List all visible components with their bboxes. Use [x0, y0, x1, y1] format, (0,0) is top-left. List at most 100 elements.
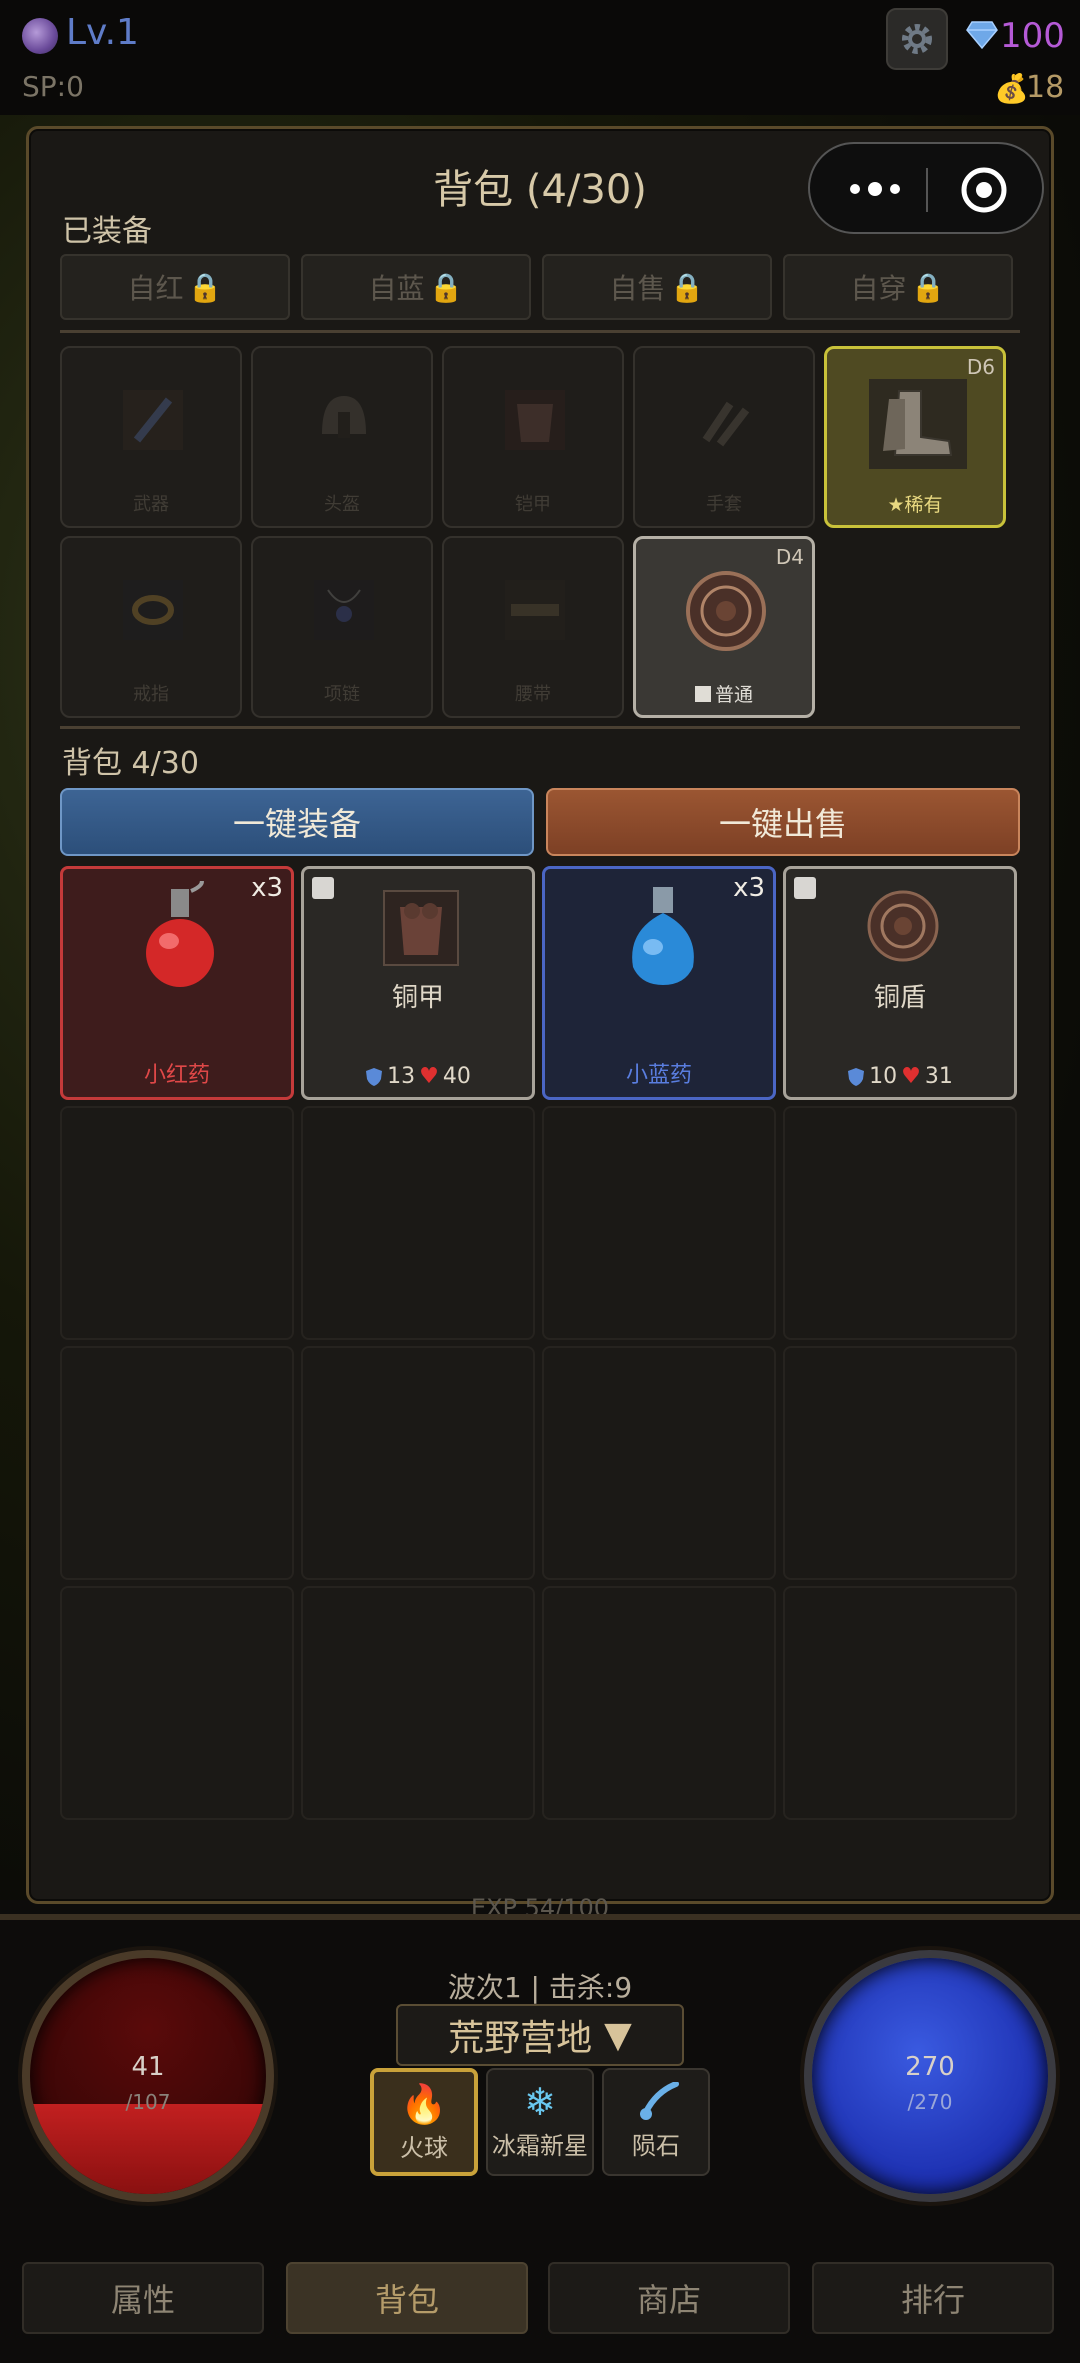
tab-bag[interactable]: 背包 — [286, 2262, 528, 2334]
slot-label: 腰带 — [515, 684, 551, 705]
hp-value: 31 — [924, 1064, 953, 1089]
auto-sell-button[interactable]: 自售 🔒 — [542, 254, 772, 320]
more-options-icon[interactable] — [840, 174, 910, 204]
shield-icon — [867, 890, 939, 962]
heart-icon: ♥ — [901, 1064, 921, 1089]
bag-item-copper-shield[interactable]: 铜盾 10 ♥ 31 — [783, 866, 1017, 1100]
quality-label: 普通 — [636, 680, 812, 707]
slot-ring[interactable]: 戒指 — [60, 536, 242, 718]
settings-button[interactable] — [886, 8, 948, 70]
bag-empty-cell[interactable] — [60, 1346, 294, 1580]
slot-necklace[interactable]: 项链 — [251, 536, 433, 718]
level-orb-icon — [22, 18, 58, 54]
money-count: 18 — [1026, 70, 1065, 105]
miniprogram-capsule — [808, 142, 1044, 234]
item-name: 小红药 — [143, 1063, 210, 1088]
quality-text: 普通 — [714, 684, 753, 706]
slot-label: 武器 — [133, 494, 169, 515]
player-level: Lv.1 — [66, 12, 139, 53]
lock-icon: 🔒 — [428, 270, 464, 304]
auto-red-label: 自红 — [127, 272, 184, 305]
bag-item-copper-armor[interactable]: 铜甲 13 ♥ 40 — [301, 866, 535, 1100]
tab-attributes[interactable]: 属性 — [22, 2262, 264, 2334]
blue-potion-icon — [632, 887, 694, 985]
bag-empty-cell[interactable] — [301, 1346, 535, 1580]
gloves-icon — [702, 401, 750, 447]
slot-armor[interactable]: 铠甲 — [442, 346, 624, 528]
skill-fireball[interactable]: 🔥 火球 — [370, 2068, 478, 2176]
bag-empty-cell[interactable] — [60, 1586, 294, 1820]
bag-empty-cell[interactable] — [783, 1586, 1017, 1820]
skill-label: 陨石 — [632, 2132, 680, 2160]
tab-ranking[interactable]: 排行 — [812, 2262, 1054, 2334]
hp-fill — [30, 2104, 266, 2194]
divider — [60, 330, 1020, 333]
defense-value: 10 — [869, 1064, 898, 1089]
bag-item-blue-potion[interactable]: x3 小蓝药 — [542, 866, 776, 1100]
skill-label: 冰霜新星 — [492, 2132, 588, 2160]
diamond-icon — [966, 21, 998, 50]
mp-orb: 270 /270 — [804, 1950, 1056, 2202]
item-count: x3 — [251, 873, 283, 903]
auto-blue-label: 自蓝 — [368, 272, 425, 305]
armor-icon — [383, 890, 459, 966]
defense-shield-icon — [366, 1067, 383, 1086]
select-checkbox[interactable] — [794, 877, 816, 899]
slot-label: 手套 — [706, 494, 742, 515]
auto-red-button[interactable]: 自红 🔒 — [60, 254, 290, 320]
bag-item-red-potion[interactable]: x3 小红药 — [60, 866, 294, 1100]
bag-label: 背包 4/30 — [62, 746, 199, 781]
fire-icon: 🔥 — [400, 2082, 448, 2126]
slot-gloves[interactable]: 手套 — [633, 346, 815, 528]
bag-empty-cell[interactable] — [301, 1586, 535, 1820]
close-miniprogram-icon[interactable] — [960, 166, 1008, 214]
bag-empty-cell[interactable] — [542, 1586, 776, 1820]
lock-icon: 🔒 — [669, 270, 705, 304]
boots-icon — [869, 379, 967, 469]
tab-shop[interactable]: 商店 — [548, 2262, 790, 2334]
bag-empty-cell[interactable] — [783, 1346, 1017, 1580]
slot-label: 头盔 — [324, 494, 360, 515]
bag-empty-cell[interactable] — [783, 1106, 1017, 1340]
sell-all-button[interactable]: 一键出售 — [546, 788, 1020, 856]
feather-icon — [123, 390, 183, 450]
skill-meteor[interactable]: 陨石 — [602, 2068, 710, 2176]
necklace-icon — [314, 580, 374, 640]
map-name: 荒野营地 — [448, 2018, 593, 2059]
snowflake-icon: ❄ — [524, 2080, 556, 2124]
slot-label: 戒指 — [133, 684, 169, 705]
map-select-dropdown[interactable]: 荒野营地 ▼ — [396, 2004, 684, 2066]
bag-empty-cell[interactable] — [542, 1106, 776, 1340]
quality-label: ★稀有 — [887, 494, 943, 516]
meteor-icon — [640, 2082, 679, 2120]
auto-wear-button[interactable]: 自穿 🔒 — [783, 254, 1013, 320]
bag-empty-cell[interactable] — [542, 1346, 776, 1580]
helmet-icon — [322, 396, 366, 438]
equip-all-button[interactable]: 一键装备 — [60, 788, 534, 856]
item-stats: 13 ♥ 40 — [304, 1064, 532, 1089]
slot-weapon[interactable]: 武器 — [60, 346, 242, 528]
item-tier-tag: D4 — [775, 545, 804, 569]
bag-empty-cell[interactable] — [60, 1106, 294, 1340]
hp-value: 40 — [442, 1064, 471, 1089]
lock-icon: 🔒 — [910, 270, 946, 304]
lock-icon: 🔒 — [187, 270, 223, 304]
money-bag-icon: 💰 — [994, 72, 1029, 105]
auto-sell-label: 自售 — [609, 272, 666, 305]
bag-empty-cell[interactable] — [301, 1106, 535, 1340]
slot-label: 项链 — [324, 684, 360, 705]
skill-label: 火球 — [400, 2134, 448, 2162]
slot-boots[interactable]: D6 ★稀有 — [824, 346, 1006, 528]
slot-belt[interactable]: 腰带 — [442, 536, 624, 718]
gear-icon — [902, 24, 932, 54]
belt-icon — [505, 580, 565, 640]
slot-helmet[interactable]: 头盔 — [251, 346, 433, 528]
armor-icon — [505, 390, 565, 450]
hp-current: 41 — [131, 2052, 165, 2082]
skill-frost-nova[interactable]: ❄ 冰霜新星 — [486, 2068, 594, 2176]
hud-divider — [0, 1914, 1080, 1920]
select-checkbox[interactable] — [312, 877, 334, 899]
slot-shield[interactable]: D4 普通 — [633, 536, 815, 718]
auto-blue-button[interactable]: 自蓝 🔒 — [301, 254, 531, 320]
quality-square-icon — [694, 685, 711, 702]
